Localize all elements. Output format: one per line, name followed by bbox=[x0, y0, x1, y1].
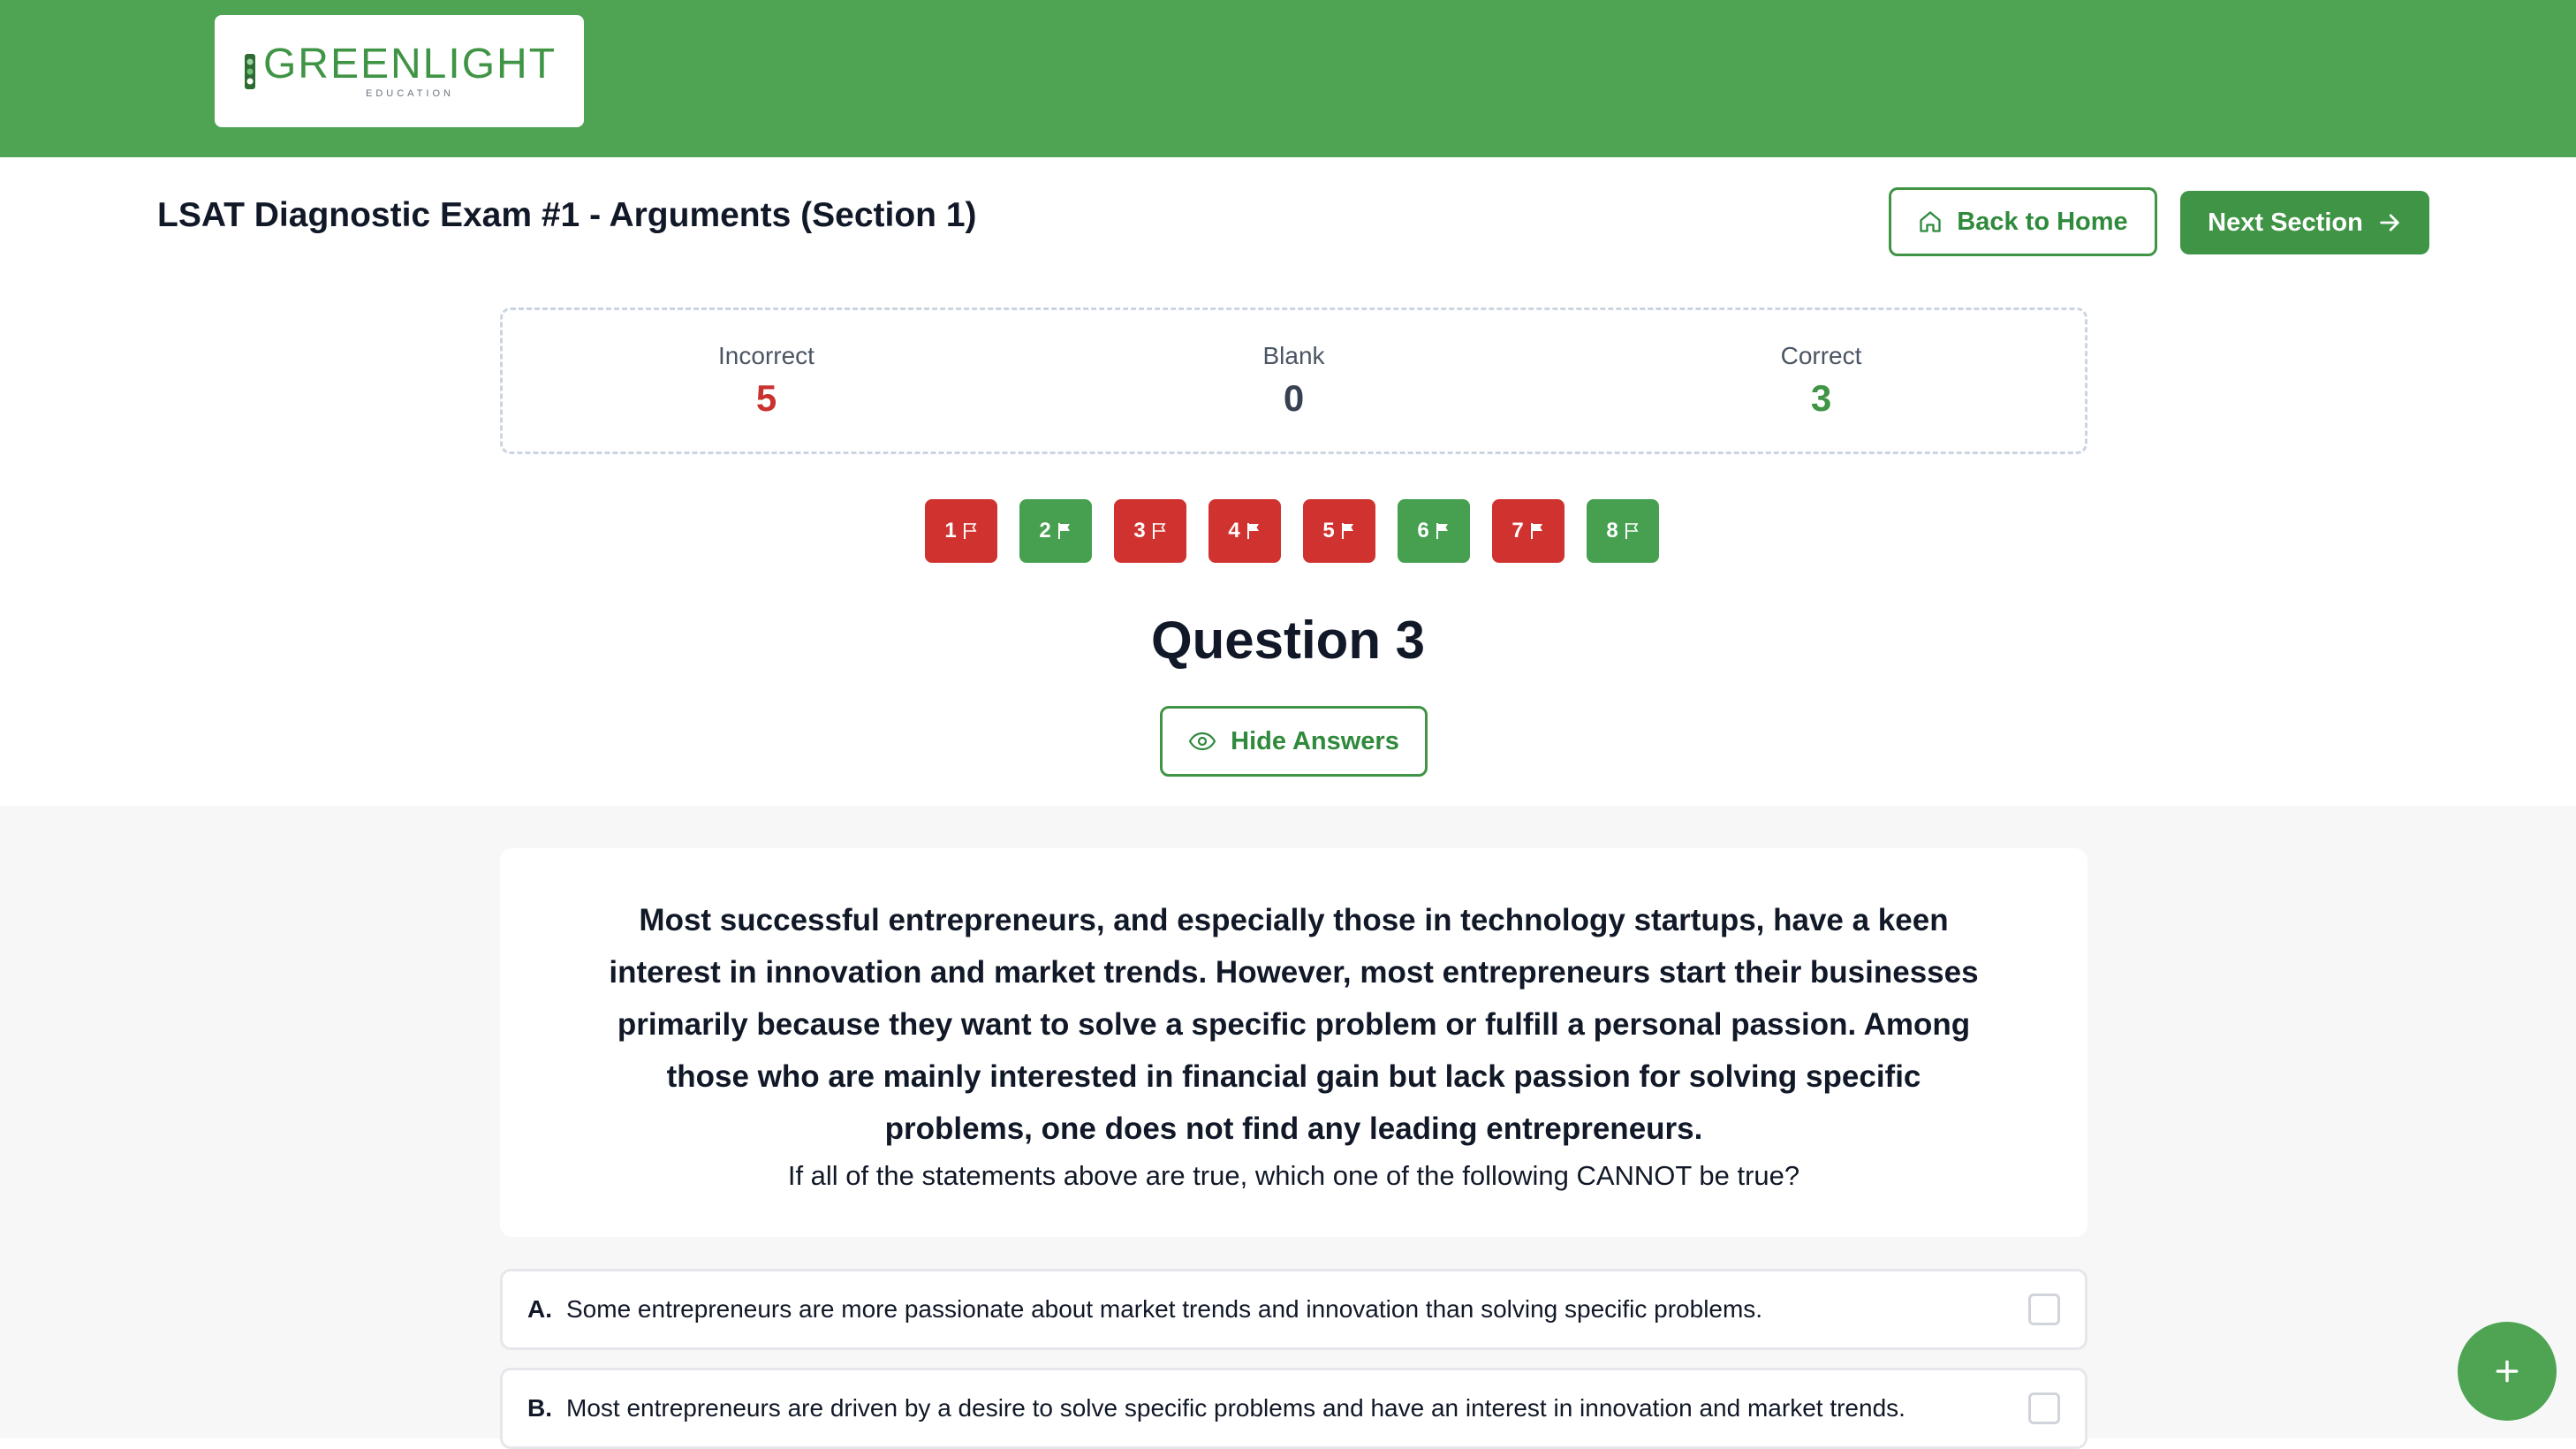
home-icon bbox=[1920, 211, 1941, 232]
question-nav-number: 5 bbox=[1322, 519, 1335, 542]
answer-option-b[interactable]: B. Most entrepreneurs are driven by a de… bbox=[500, 1368, 2087, 1449]
flag-icon bbox=[1246, 523, 1259, 539]
question-nav-number: 6 bbox=[1417, 519, 1429, 542]
top-bar: GREENLIGHT EDUCATION bbox=[0, 0, 2576, 157]
incorrect-label: Incorrect bbox=[718, 342, 814, 369]
back-to-home-button[interactable]: Back to Home bbox=[1889, 187, 2157, 256]
logo[interactable]: GREENLIGHT EDUCATION bbox=[215, 15, 584, 127]
flag-icon bbox=[1625, 523, 1639, 539]
score-blank: Blank 0 bbox=[1162, 342, 1427, 420]
flag-icon bbox=[1530, 523, 1542, 539]
blank-label: Blank bbox=[1262, 342, 1325, 369]
eye-icon bbox=[1188, 732, 1216, 751]
logo-subtitle: EDUCATION bbox=[366, 88, 454, 99]
score-incorrect: Incorrect 5 bbox=[634, 342, 899, 420]
next-section-label: Next Section bbox=[2208, 208, 2363, 237]
plus-icon bbox=[2496, 1360, 2519, 1383]
question-nav-button-3[interactable]: 3 bbox=[1114, 499, 1186, 563]
question-nav-button-2[interactable]: 2 bbox=[1019, 499, 1092, 563]
flag-icon bbox=[1057, 523, 1070, 539]
traffic-light-icon bbox=[244, 53, 255, 89]
correct-count: 3 bbox=[1810, 377, 1832, 419]
correct-label: Correct bbox=[1780, 342, 1862, 369]
flag-icon bbox=[963, 523, 977, 539]
option-checkbox[interactable] bbox=[2028, 1392, 2060, 1424]
option-letter: A. bbox=[527, 1295, 552, 1323]
incorrect-count: 5 bbox=[755, 377, 777, 419]
add-button[interactable] bbox=[2458, 1322, 2557, 1421]
arrow-right-icon bbox=[2380, 214, 2399, 231]
question-nav-button-1[interactable]: 1 bbox=[925, 499, 997, 563]
question-nav-number: 7 bbox=[1512, 519, 1524, 542]
question-nav-number: 2 bbox=[1039, 519, 1051, 542]
score-summary: Incorrect 5 Blank 0 Correct 3 bbox=[500, 307, 2087, 454]
option-text: Some entrepreneurs are more passionate a… bbox=[566, 1295, 1763, 1323]
back-to-home-label: Back to Home bbox=[1957, 207, 2128, 236]
blank-count: 0 bbox=[1283, 377, 1305, 419]
question-nav-number: 4 bbox=[1228, 519, 1240, 542]
question-nav-number: 8 bbox=[1606, 519, 1618, 542]
question-nav-button-8[interactable]: 8 bbox=[1587, 499, 1659, 563]
question-stimulus: Most successful entrepreneurs, and espec… bbox=[609, 903, 1979, 1146]
option-text: Most entrepreneurs are driven by a desir… bbox=[566, 1394, 1905, 1422]
question-heading: Question 3 bbox=[1150, 611, 1426, 670]
page-title: LSAT Diagnostic Exam #1 - Arguments (Sec… bbox=[157, 196, 977, 234]
score-correct: Correct 3 bbox=[1689, 342, 1954, 420]
hide-answers-button[interactable]: Hide Answers bbox=[1160, 706, 1428, 777]
flag-icon bbox=[1152, 523, 1166, 539]
logo-wordmark: GREENLIGHT bbox=[262, 41, 557, 87]
question-nav-button-7[interactable]: 7 bbox=[1492, 499, 1565, 563]
hide-answers-label: Hide Answers bbox=[1231, 726, 1399, 755]
question-nav-button-5[interactable]: 5 bbox=[1303, 499, 1375, 563]
question-stem: If all of the statements above are true,… bbox=[787, 1160, 1800, 1191]
answer-option-a[interactable]: A. Some entrepreneurs are more passionat… bbox=[500, 1269, 2087, 1350]
flag-icon bbox=[1341, 523, 1353, 539]
question-navigator: 1 2 3 4 5 6 7 8 bbox=[925, 499, 1659, 563]
question-nav-button-6[interactable]: 6 bbox=[1398, 499, 1470, 563]
flag-icon bbox=[1436, 523, 1448, 539]
option-checkbox[interactable] bbox=[2028, 1293, 2060, 1325]
next-section-button[interactable]: Next Section bbox=[2180, 191, 2429, 254]
question-nav-button-4[interactable]: 4 bbox=[1208, 499, 1281, 563]
option-letter: B. bbox=[527, 1394, 552, 1422]
question-nav-number: 1 bbox=[944, 519, 957, 542]
question-card: Most successful entrepreneurs, and espec… bbox=[500, 848, 2087, 1237]
question-nav-number: 3 bbox=[1133, 519, 1146, 542]
